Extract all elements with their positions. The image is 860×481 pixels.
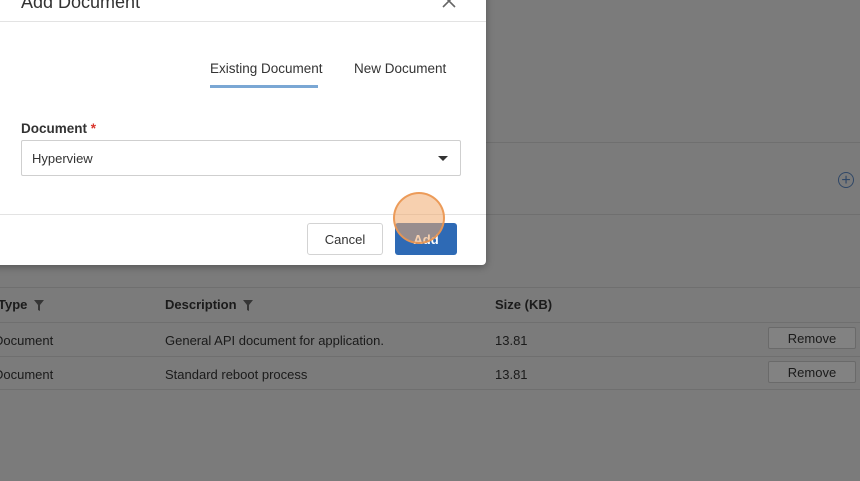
header-divider — [0, 21, 486, 22]
cancel-button[interactable]: Cancel — [307, 223, 383, 255]
chevron-down-icon — [438, 156, 448, 161]
document-select[interactable]: Hyperview — [21, 140, 461, 176]
field-label-text: Document — [21, 121, 88, 136]
tab-existing-document[interactable]: Existing Document — [210, 61, 323, 76]
active-tab-indicator — [210, 85, 318, 88]
document-field-label: Document * — [21, 121, 96, 136]
close-icon[interactable] — [442, 0, 456, 8]
footer-divider — [0, 214, 486, 215]
required-marker: * — [90, 121, 97, 136]
selected-value: Hyperview — [32, 151, 93, 166]
add-button[interactable]: Add — [395, 223, 457, 255]
tab-new-document[interactable]: New Document — [354, 61, 446, 76]
add-document-dialog: Add Document Existing Document New Docum… — [0, 0, 486, 265]
dialog-title: Add Document — [21, 0, 141, 12]
